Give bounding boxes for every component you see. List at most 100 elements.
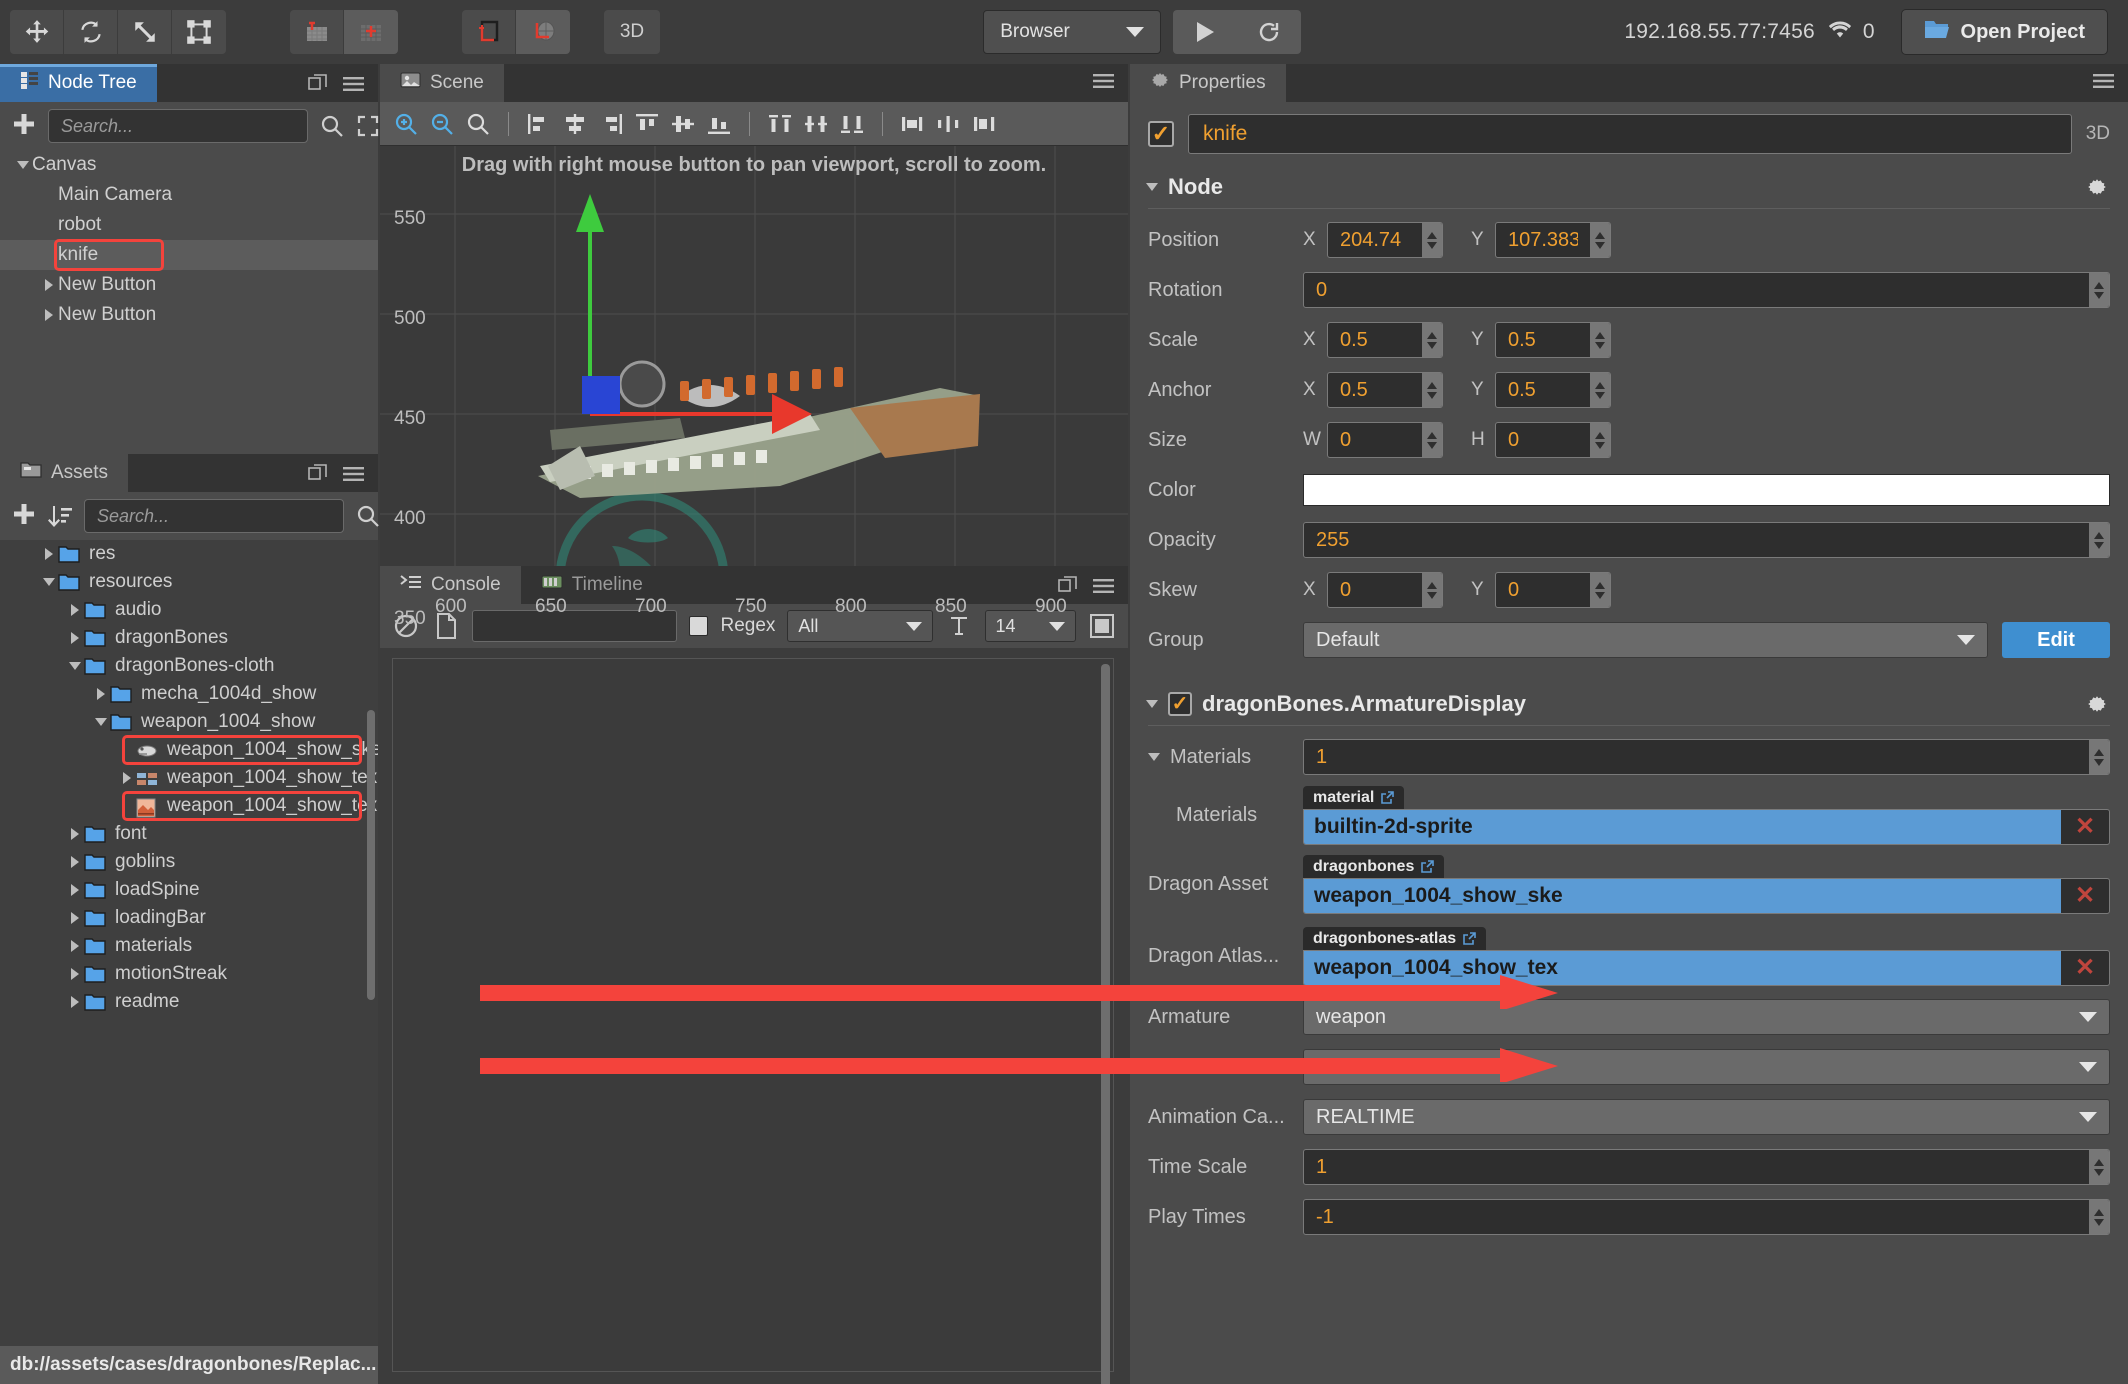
align-left-icon[interactable]: [523, 108, 555, 140]
align-top-icon[interactable]: [631, 108, 663, 140]
chevron-right-icon[interactable]: [66, 632, 84, 644]
time-scale-input[interactable]: [1304, 1155, 2089, 1179]
distribute-h-right-icon[interactable]: [969, 108, 1001, 140]
rotate-tool-button[interactable]: [64, 10, 118, 54]
chevron-down-icon[interactable]: [1148, 753, 1160, 761]
assets-tree-item[interactable]: weapon_1004_show: [0, 708, 378, 736]
size-w-stepper[interactable]: [1422, 423, 1442, 457]
align-bottom-icon[interactable]: [703, 108, 735, 140]
node-tree-item-new-button[interactable]: New Button: [0, 300, 378, 330]
dragon-atlas-value[interactable]: weapon_1004_show_tex: [1304, 950, 2061, 985]
popout-icon[interactable]: [308, 74, 327, 98]
play-times-field[interactable]: [1303, 1199, 2110, 1235]
distribute-h-left-icon[interactable]: [897, 108, 929, 140]
position-x-field[interactable]: [1327, 222, 1443, 258]
opacity-field[interactable]: [1303, 522, 2110, 558]
size-h-stepper[interactable]: [1590, 423, 1610, 457]
dragon-asset-value[interactable]: weapon_1004_show_ske: [1304, 878, 2061, 913]
time-scale-field[interactable]: [1303, 1149, 2110, 1185]
anchor-x-input[interactable]: [1328, 378, 1422, 402]
materials-count-field[interactable]: [1303, 739, 2110, 775]
dimension-toggle-button[interactable]: 3D: [604, 10, 660, 54]
play-button[interactable]: [1173, 10, 1237, 54]
console-output[interactable]: [392, 658, 1114, 1384]
open-project-button[interactable]: Open Project: [1900, 9, 2108, 55]
gear-icon[interactable]: [2086, 693, 2108, 720]
size-w-field[interactable]: [1327, 422, 1443, 458]
align-right-icon[interactable]: [595, 108, 627, 140]
clear-material-icon[interactable]: ✕: [2061, 812, 2109, 841]
assets-tree-item[interactable]: motionStreak: [0, 960, 378, 988]
assets-tree-item[interactable]: dragonBones-cloth: [0, 652, 378, 680]
popout-icon[interactable]: [308, 464, 327, 488]
chevron-right-icon[interactable]: [66, 884, 84, 896]
size-h-field[interactable]: [1495, 422, 1611, 458]
assets-tree-item[interactable]: weapon_1004_show_tex: [0, 764, 378, 792]
node-section-header[interactable]: Node: [1130, 164, 2128, 208]
chevron-down-icon[interactable]: [14, 161, 32, 169]
refresh-button[interactable]: [1237, 10, 1301, 54]
skew-x-stepper[interactable]: [1422, 573, 1442, 607]
assets-tree-item[interactable]: goblins: [0, 848, 378, 876]
clear-dragon-atlas-icon[interactable]: ✕: [2061, 953, 2109, 982]
assets-tree-item[interactable]: weapon_1004_show_tex: [0, 791, 378, 821]
assets-tree-item[interactable]: audio: [0, 596, 378, 624]
material-asset-value[interactable]: builtin-2d-sprite: [1304, 809, 2061, 844]
panel-menu-icon[interactable]: [1093, 578, 1114, 599]
scale-y-input[interactable]: [1496, 328, 1590, 352]
panel-menu-icon[interactable]: [1093, 73, 1114, 94]
chevron-down-icon[interactable]: [66, 662, 84, 670]
distribute-top-icon[interactable]: [764, 108, 796, 140]
node-tree-item-main-camera[interactable]: Main Camera: [0, 180, 378, 210]
external-link-icon[interactable]: [1421, 860, 1435, 873]
rotation-stepper[interactable]: [2089, 273, 2109, 307]
skew-x-field[interactable]: [1327, 572, 1443, 608]
chevron-right-icon[interactable]: [40, 548, 58, 560]
chevron-down-icon[interactable]: [40, 578, 58, 586]
sort-icon[interactable]: [48, 504, 72, 528]
position-y-field[interactable]: [1495, 222, 1611, 258]
zoom-fit-icon[interactable]: [462, 108, 494, 140]
panel-menu-icon[interactable]: [343, 76, 364, 97]
node-name-input[interactable]: [1188, 114, 2072, 154]
scale-tool-button[interactable]: [118, 10, 172, 54]
align-middle-icon[interactable]: [667, 108, 699, 140]
console-collapse-icon[interactable]: [1088, 612, 1116, 640]
assets-scrollbar[interactable]: [367, 710, 375, 1000]
size-h-input[interactable]: [1496, 428, 1590, 452]
expand-all-icon[interactable]: [356, 114, 380, 138]
node-tree-item-canvas[interactable]: Canvas: [0, 150, 378, 180]
chevron-right-icon[interactable]: [66, 856, 84, 868]
assets-tree-item[interactable]: mecha_1004d_show: [0, 680, 378, 708]
chevron-right-icon[interactable]: [66, 828, 84, 840]
panel-menu-icon[interactable]: [343, 466, 364, 487]
color-swatch[interactable]: [1303, 474, 2110, 506]
opacity-stepper[interactable]: [2089, 523, 2109, 557]
armature-select[interactable]: weapon: [1303, 999, 2110, 1035]
scale-x-input[interactable]: [1328, 328, 1422, 352]
pivot-center-button[interactable]: [290, 10, 344, 54]
chevron-right-icon[interactable]: [66, 604, 84, 616]
materials-count-input[interactable]: [1304, 745, 2089, 769]
chevron-right-icon[interactable]: [118, 772, 136, 784]
chevron-right-icon[interactable]: [66, 968, 84, 980]
scale-x-stepper[interactable]: [1422, 323, 1442, 357]
node-tree-item-knife[interactable]: knife: [0, 239, 378, 271]
anchor-y-stepper[interactable]: [1590, 373, 1610, 407]
opacity-input[interactable]: [1304, 528, 2089, 552]
add-asset-button[interactable]: [12, 502, 36, 531]
tab-node-tree[interactable]: Node Tree: [0, 64, 157, 102]
position-x-input[interactable]: [1328, 228, 1422, 252]
skew-y-field[interactable]: [1495, 572, 1611, 608]
dragon-asset-field[interactable]: dragonbones weapon_1004_show_ske ✕: [1303, 854, 2110, 914]
external-link-icon[interactable]: [1463, 932, 1476, 945]
chevron-right-icon[interactable]: [40, 279, 58, 291]
rect-transform-tool-button[interactable]: [172, 10, 226, 54]
dragon-atlas-field[interactable]: dragonbones-atlas weapon_1004_show_tex ✕: [1303, 926, 2110, 986]
scale-x-field[interactable]: [1327, 322, 1443, 358]
distribute-h-center-icon[interactable]: [933, 108, 965, 140]
global-coord-button[interactable]: [516, 10, 570, 54]
time-scale-stepper[interactable]: [2089, 1150, 2109, 1184]
add-node-button[interactable]: [12, 112, 36, 141]
assets-tree-item[interactable]: materials: [0, 932, 378, 960]
